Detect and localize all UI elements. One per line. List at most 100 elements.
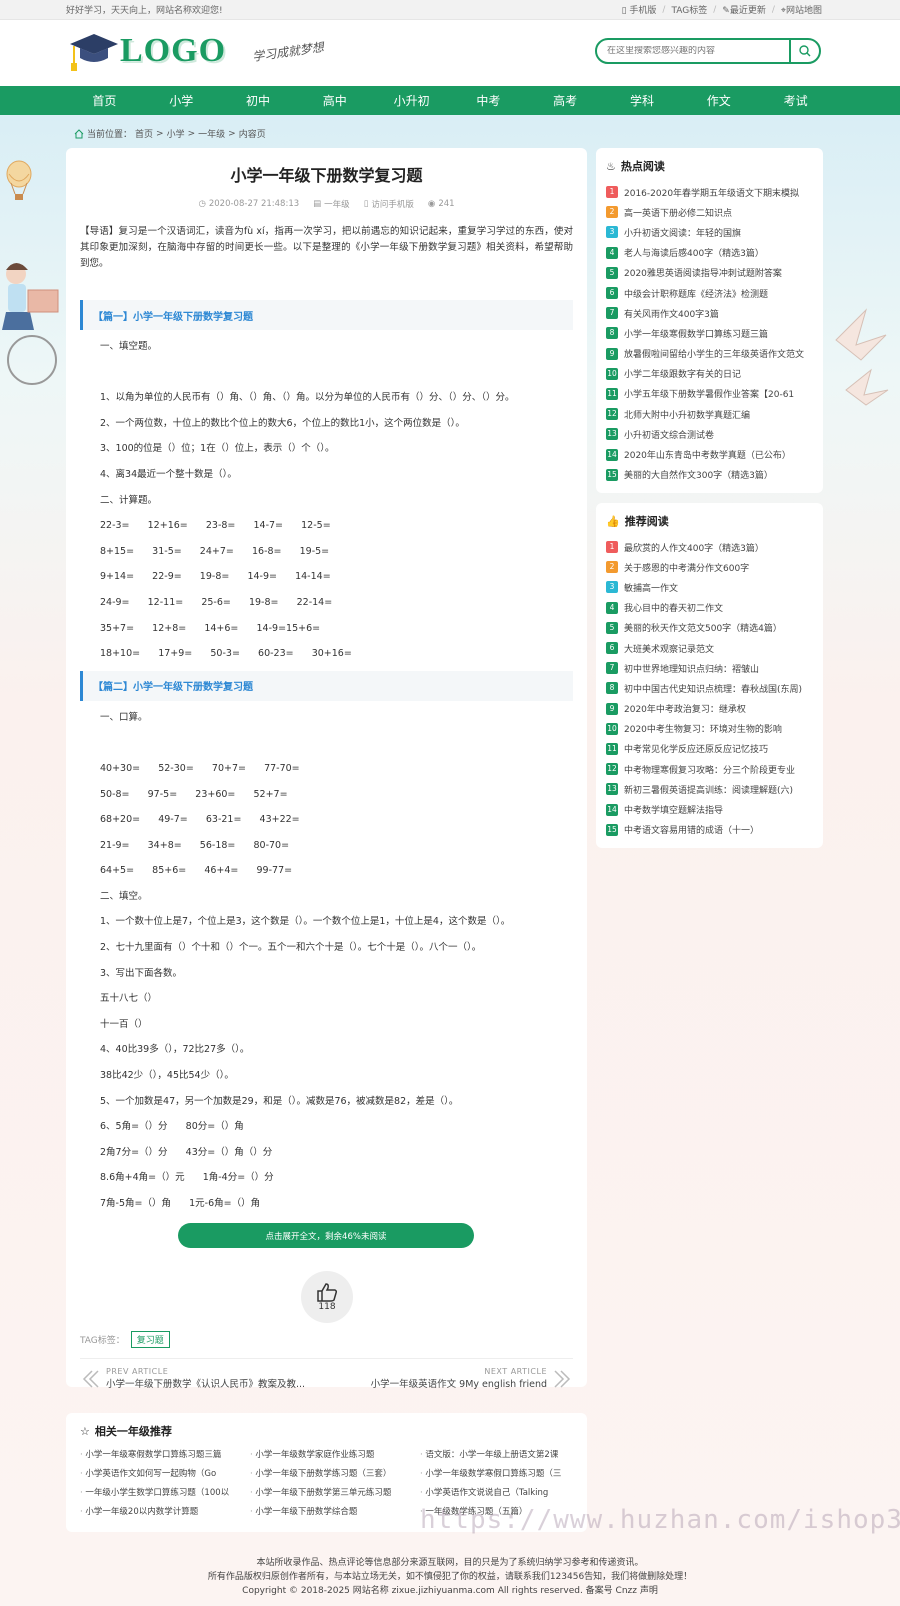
rank-badge: 14 xyxy=(606,448,618,461)
nav-primary[interactable]: 小学 xyxy=(143,86,220,115)
breadcrumb-grade1[interactable]: 一年级 xyxy=(198,127,225,140)
list-item[interactable]: 5 2020雅思英语阅读指导冲刺试题附答案 xyxy=(606,263,813,283)
list-item[interactable]: 1 最欣赏的人作文400字（精选3篇） xyxy=(606,537,813,557)
rank-badge: 4 xyxy=(606,601,618,614)
chevron-left-icon xyxy=(82,1369,99,1388)
related-item[interactable]: 小学一年级下册数学综合题 xyxy=(250,1504,420,1521)
breadcrumb-home[interactable]: 首页 xyxy=(135,127,153,140)
recommended-reading-list: 1 最欣赏的人作文400字（精选3篇） 2 关于感恩的中考满分作文600字 3 敏捕高一作… xyxy=(606,537,813,840)
header: LOGO 学习成就梦想 xyxy=(0,20,900,86)
section-body: 一、填空题。 1、以角为单位的人民币有（）角、（）角、（）角。以分为单位的人民币… xyxy=(100,341,515,660)
next-article-link[interactable]: NEXT ARTICLE 小学一年级英语作文 9My english friend xyxy=(371,1367,573,1390)
related-item[interactable]: 小学英语作文说说自己（Talking xyxy=(420,1485,580,1502)
list-item[interactable]: 9 2020年中考政治复习：继承权 xyxy=(606,699,813,719)
list-item[interactable]: 15 美丽的大自然作文300字（精选3篇） xyxy=(606,465,813,485)
article-mobile-link[interactable]: ▯ 访问手机版 xyxy=(364,198,414,210)
list-item-title: 初中世界地理知识点归纳：褶皱山 xyxy=(624,664,760,675)
nav-junior[interactable]: 初中 xyxy=(220,86,297,115)
related-item[interactable]: 小学一年级20以内数学计算题 xyxy=(80,1504,250,1521)
breadcrumb: 当前位置： 首页 > 小学 > 一年级 > 内容页 xyxy=(74,127,266,140)
rank-badge: 3 xyxy=(606,226,618,239)
site-logo[interactable]: LOGO 学习成就梦想 xyxy=(68,30,325,72)
watermark: https://www.huzhan.com/ishop31982 xyxy=(420,1505,900,1535)
list-item-title: 老人与海读后感400字（精选3篇） xyxy=(624,249,764,260)
list-item-title: 小学一年级寒假数学口算练习题三篇 xyxy=(624,329,769,340)
list-item[interactable]: 12 中考物理寒假复习攻略：分三个阶段更专业 xyxy=(606,759,813,779)
edit-icon: ✎ xyxy=(722,6,730,16)
list-item-title: 2020中考生物复习：环境对生物的影响 xyxy=(624,725,782,736)
related-item[interactable]: 语文版：小学一年级上册语文第2课 xyxy=(420,1447,580,1464)
thumbs-up-icon: 👍 xyxy=(606,514,620,528)
article-category[interactable]: ▤ 一年级 xyxy=(313,198,350,210)
list-item[interactable]: 13 新初三暑假英语提高训练：阅读理解题(六) xyxy=(606,779,813,799)
breadcrumb-primary[interactable]: 小学 xyxy=(167,127,185,140)
hot-air-balloon-illustration xyxy=(6,160,32,200)
rank-badge: 3 xyxy=(606,581,618,594)
list-item[interactable]: 6 大班美术观察记录范文 xyxy=(606,638,813,658)
phone-icon: ▯ xyxy=(363,199,369,209)
list-item[interactable]: 3 小升初语文阅读：年轻的国旗 xyxy=(606,222,813,242)
rank-badge: 1 xyxy=(606,541,618,554)
list-item[interactable]: 15 中考语文容易用错的成语（十一） xyxy=(606,820,813,840)
list-item-title: 中考物理寒假复习攻略：分三个阶段更专业 xyxy=(624,765,796,776)
like-button[interactable]: 118 xyxy=(301,1271,353,1323)
thumbs-up-icon xyxy=(317,1283,338,1302)
rank-badge: 7 xyxy=(606,307,618,320)
rank-badge: 2 xyxy=(606,561,618,574)
related-item[interactable]: 一年级小学生数学口算练习题（100以 xyxy=(80,1485,250,1502)
list-item[interactable]: 7 有关风雨作文400字3篇 xyxy=(606,303,813,323)
nav-composition[interactable]: 作文 xyxy=(680,86,757,115)
list-item[interactable]: 8 小学一年级寒假数学口算练习题三篇 xyxy=(606,323,813,343)
list-item[interactable]: 11 中考常见化学反应还原反应记忆技巧 xyxy=(606,739,813,759)
list-item[interactable]: 14 中考数学填空题解法指导 xyxy=(606,799,813,819)
related-item[interactable]: 小学英语作文如何写一起购物（Go xyxy=(80,1466,250,1483)
related-item[interactable]: 小学一年级下册数学第三单元练习题 xyxy=(250,1485,420,1502)
list-item[interactable]: 10 2020中考生物复习：环境对生物的影响 xyxy=(606,719,813,739)
list-item[interactable]: 10 小学二年级跟数字有关的日记 xyxy=(606,364,813,384)
list-item-title: 高一英语下册必修二知识点 xyxy=(624,208,733,219)
list-item[interactable]: 7 初中世界地理知识点归纳：褶皱山 xyxy=(606,658,813,678)
related-item[interactable]: 小学一年级下册数学练习题（三套） xyxy=(250,1466,420,1483)
nav-senior[interactable]: 高中 xyxy=(296,86,373,115)
list-item[interactable]: 4 我心目中的春天初二作文 xyxy=(606,598,813,618)
list-item[interactable]: 6 中级会计职称题库《经济法》检测题 xyxy=(606,283,813,303)
list-item[interactable]: 14 2020年山东青岛中考数学真题（已公布） xyxy=(606,444,813,464)
list-item[interactable]: 11 小学五年级下册数学暑假作业答案【20-61 xyxy=(606,384,813,404)
list-item-title: 中考语文容易用错的成语（十一） xyxy=(624,826,760,837)
nav-home[interactable]: 首页 xyxy=(66,86,143,115)
nav-gaokao[interactable]: 高考 xyxy=(527,86,604,115)
nav-exams[interactable]: 考试 xyxy=(757,86,834,115)
tag-link[interactable]: TAG标签 xyxy=(671,3,707,16)
list-item[interactable]: 8 初中中国古代史知识点梳理：春秋战国(东周) xyxy=(606,678,813,698)
related-item[interactable]: 小学一年级数学家庭作业练习题 xyxy=(250,1447,420,1464)
list-item[interactable]: 1 2016-2020年春学期五年级语文下期末模拟 xyxy=(606,182,813,202)
list-item-title: 2020雅思英语阅读指导冲刺试题附答案 xyxy=(624,269,782,280)
list-item[interactable]: 4 老人与海读后感400字（精选3篇） xyxy=(606,243,813,263)
tag-item[interactable]: 复习题 xyxy=(130,1331,170,1348)
list-item[interactable]: 5 美丽的秋天作文范文500字（精选4篇） xyxy=(606,618,813,638)
list-item[interactable]: 13 小升初语文综合测试卷 xyxy=(606,424,813,444)
list-item[interactable]: 12 北师大附中小升初数学真题汇编 xyxy=(606,404,813,424)
recent-updates-link[interactable]: ✎最近更新 xyxy=(722,3,766,16)
list-item-title: 我心目中的春天初二作文 xyxy=(624,604,724,615)
sitemap-link[interactable]: ⌖网站地图 xyxy=(781,3,822,16)
list-item[interactable]: 3 敏捕高一作文 xyxy=(606,577,813,597)
list-item[interactable]: 2 关于感恩的中考满分作文600字 xyxy=(606,557,813,577)
rank-badge: 12 xyxy=(606,763,618,776)
related-item[interactable]: 小学一年级数学寒假口算练习题（三 xyxy=(420,1466,580,1483)
search-button[interactable] xyxy=(789,40,819,62)
list-item-title: 小学二年级跟数字有关的日记 xyxy=(624,370,742,381)
mobile-link[interactable]: ▯ 手机版 xyxy=(622,3,657,16)
nav-xiaoshengchu[interactable]: 小升初 xyxy=(373,86,450,115)
nav-subjects[interactable]: 学科 xyxy=(604,86,681,115)
fire-icon: ♨ xyxy=(606,159,616,173)
read-full-article-button[interactable]: 点击展开全文，剩余46%未阅读 xyxy=(178,1223,474,1248)
nav-zhongkao[interactable]: 中考 xyxy=(450,86,527,115)
search-input[interactable] xyxy=(597,46,789,56)
list-item[interactable]: 2 高一英语下册必修二知识点 xyxy=(606,202,813,222)
list-item[interactable]: 9 放暑假啦间留给小学生的三年级英语作文范文 xyxy=(606,344,813,364)
article-date: ◷ 2020-08-27 21:48:13 xyxy=(198,199,300,209)
prev-article-link[interactable]: PREV ARTICLE 小学一年级下册数学《认识人民币》教案及教... xyxy=(80,1367,305,1390)
related-item[interactable]: 小学一年级寒假数学口算练习题三篇 xyxy=(80,1447,250,1464)
rank-badge: 8 xyxy=(606,327,618,340)
